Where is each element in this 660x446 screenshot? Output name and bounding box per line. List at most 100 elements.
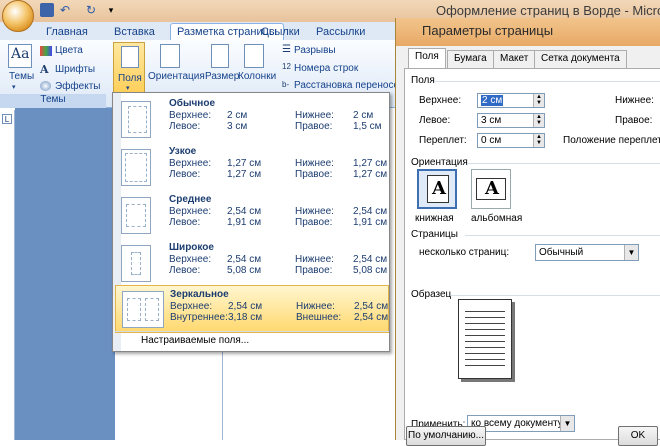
bottom-value: 2,54 см [353,254,388,265]
chevron-down-icon[interactable]: ▼ [560,416,574,431]
tab-document-grid[interactable]: Сетка документа [534,50,627,68]
portrait-label: книжная [415,213,454,224]
left-label: Внутреннее: [170,312,228,323]
vertical-ruler[interactable]: L [0,110,15,440]
option-name: Зеркальное [170,289,229,300]
dialog-panel: Поля Верхнее: 2 см ▲ ▼ Нижнее: Левое: 3 с… [404,68,660,440]
line-numbers-button[interactable]: Номера строк [294,63,358,74]
margin-normal-icon [121,101,151,138]
right-value: 2,54 см [354,312,389,323]
custom-margins-item[interactable]: Настраиваемые поля... [115,331,389,349]
undo-icon[interactable]: ↶ [58,3,72,17]
margins-label: Поля [118,73,142,84]
hyphenation-icon: b- [282,80,290,89]
themes-icon[interactable]: Aa [8,44,32,68]
fonts-button[interactable]: Шрифты [55,64,95,75]
themes-group-label: Темы [0,94,106,108]
orientation-icon[interactable] [160,44,180,68]
gutter-label: Переплет: [419,135,467,146]
margins-button[interactable]: Поля ▾ [113,42,145,94]
columns-button[interactable]: Колонки [238,71,276,82]
bottom-value: 2,54 см [353,206,388,217]
right-label: Правое: [295,121,333,132]
tab-selector-icon[interactable]: L [2,114,12,124]
multiple-pages-label: несколько страниц: [419,247,510,258]
left-label: Левое: [169,169,201,180]
ok-button[interactable]: OK [618,426,658,446]
save-icon[interactable] [40,3,54,17]
right-label: Правое: [295,169,333,180]
left-value: 5,08 см [227,265,262,276]
right-label: Внешнее: [296,312,342,323]
margin-option-normal[interactable]: Обычное Верхнее: 2 см Нижнее: 2 см Левое… [115,95,389,143]
top-value: 2,54 см [228,301,263,312]
colors-button[interactable]: Цвета [55,45,83,56]
landscape-page-icon: A [476,178,506,200]
office-button[interactable] [2,0,34,32]
tab-home[interactable]: Главная [40,24,94,40]
margin-option-wide[interactable]: Широкое Верхнее: 2,54 см Нижнее: 2,54 см… [115,239,389,287]
margin-narrow-icon [121,149,151,186]
margin-option-mirrored[interactable]: Зеркальное Верхнее: 2,54 см Нижнее: 2,54… [115,285,389,333]
size-button[interactable]: Размер [205,71,239,82]
gutter-value: 0 см [481,135,502,146]
margin-option-moderate[interactable]: Среднее Верхнее: 2,54 см Нижнее: 2,54 см… [115,191,389,239]
columns-icon[interactable] [244,44,264,68]
option-name: Среднее [169,194,212,205]
spinner-arrows-icon[interactable]: ▲ ▼ [533,114,544,127]
size-icon[interactable] [211,44,229,68]
right-label: Правое: [295,217,333,228]
effects-button[interactable]: Эффекты [55,81,100,92]
margin-option-narrow[interactable]: Узкое Верхнее: 1,27 см Нижнее: 1,27 см Л… [115,143,389,191]
default-button[interactable]: По умолчанию... [406,426,486,446]
multiple-pages-select[interactable]: Обычный ▼ [535,244,639,261]
line-numbers-icon: 12 [282,62,291,71]
bottom-value: 1,27 см [353,158,388,169]
bottom-label: Нижнее: [296,301,335,312]
chevron-down-icon[interactable]: ▼ [624,245,638,260]
left-margin-value: 3 см [481,115,502,126]
margin-moderate-icon [121,197,151,234]
margin-wide-icon [121,245,151,282]
bottom-value: 2 см [353,110,374,121]
right-value: 1,5 см [353,121,382,132]
preview-section-label: Образец [411,289,452,300]
redo-icon[interactable]: ↻ [84,3,98,17]
top-label: Верхнее: [169,110,212,121]
themes-button[interactable]: Темы [9,71,34,82]
tab-layout[interactable]: Макет [493,50,536,68]
section-divider [467,163,660,164]
top-margin-value: 2 см [481,95,504,106]
breaks-button[interactable]: Разрывы [294,45,336,56]
tab-references[interactable]: Ссылки [255,24,306,40]
top-label: Верхнее: [170,301,213,312]
top-margin-spinner[interactable]: 2 см ▲ ▼ [477,93,545,108]
section-divider [435,81,660,82]
right-value: 5,08 см [353,265,388,276]
margins-section-label: Поля [411,75,435,86]
top-value: 1,27 см [227,158,262,169]
spinner-arrows-icon[interactable]: ▲ ▼ [533,94,544,107]
hyphenation-button[interactable]: Расстановка переносов [294,80,404,91]
left-value: 1,27 см [227,169,262,180]
gutter-position-label: Положение переплета: [563,135,660,146]
gutter-spinner[interactable]: 0 см ▲ ▼ [477,133,545,148]
landscape-button[interactable]: A [471,169,511,209]
bottom-label: Нижнее: [295,206,334,217]
tab-paper[interactable]: Бумага [447,50,494,68]
tab-margins[interactable]: Поля [408,48,446,69]
qat-customize-icon[interactable]: ▾ [104,3,118,17]
landscape-label: альбомная [471,213,523,224]
right-margin-label: Правое: [615,115,653,126]
margins-chevron-icon: ▾ [126,85,130,92]
left-margin-spinner[interactable]: 3 см ▲ ▼ [477,113,545,128]
portrait-button[interactable]: A [417,169,457,209]
tab-insert[interactable]: Вставка [108,24,161,40]
spinner-arrows-icon[interactable]: ▲ ▼ [533,134,544,147]
right-value: 1,27 см [353,169,388,180]
tab-mailings[interactable]: Рассылки [310,24,371,40]
bottom-value: 2,54 см [354,301,389,312]
orientation-button[interactable]: Ориентация [148,71,205,82]
top-label: Верхнее: [169,254,212,265]
left-value: 1,91 см [227,217,262,228]
